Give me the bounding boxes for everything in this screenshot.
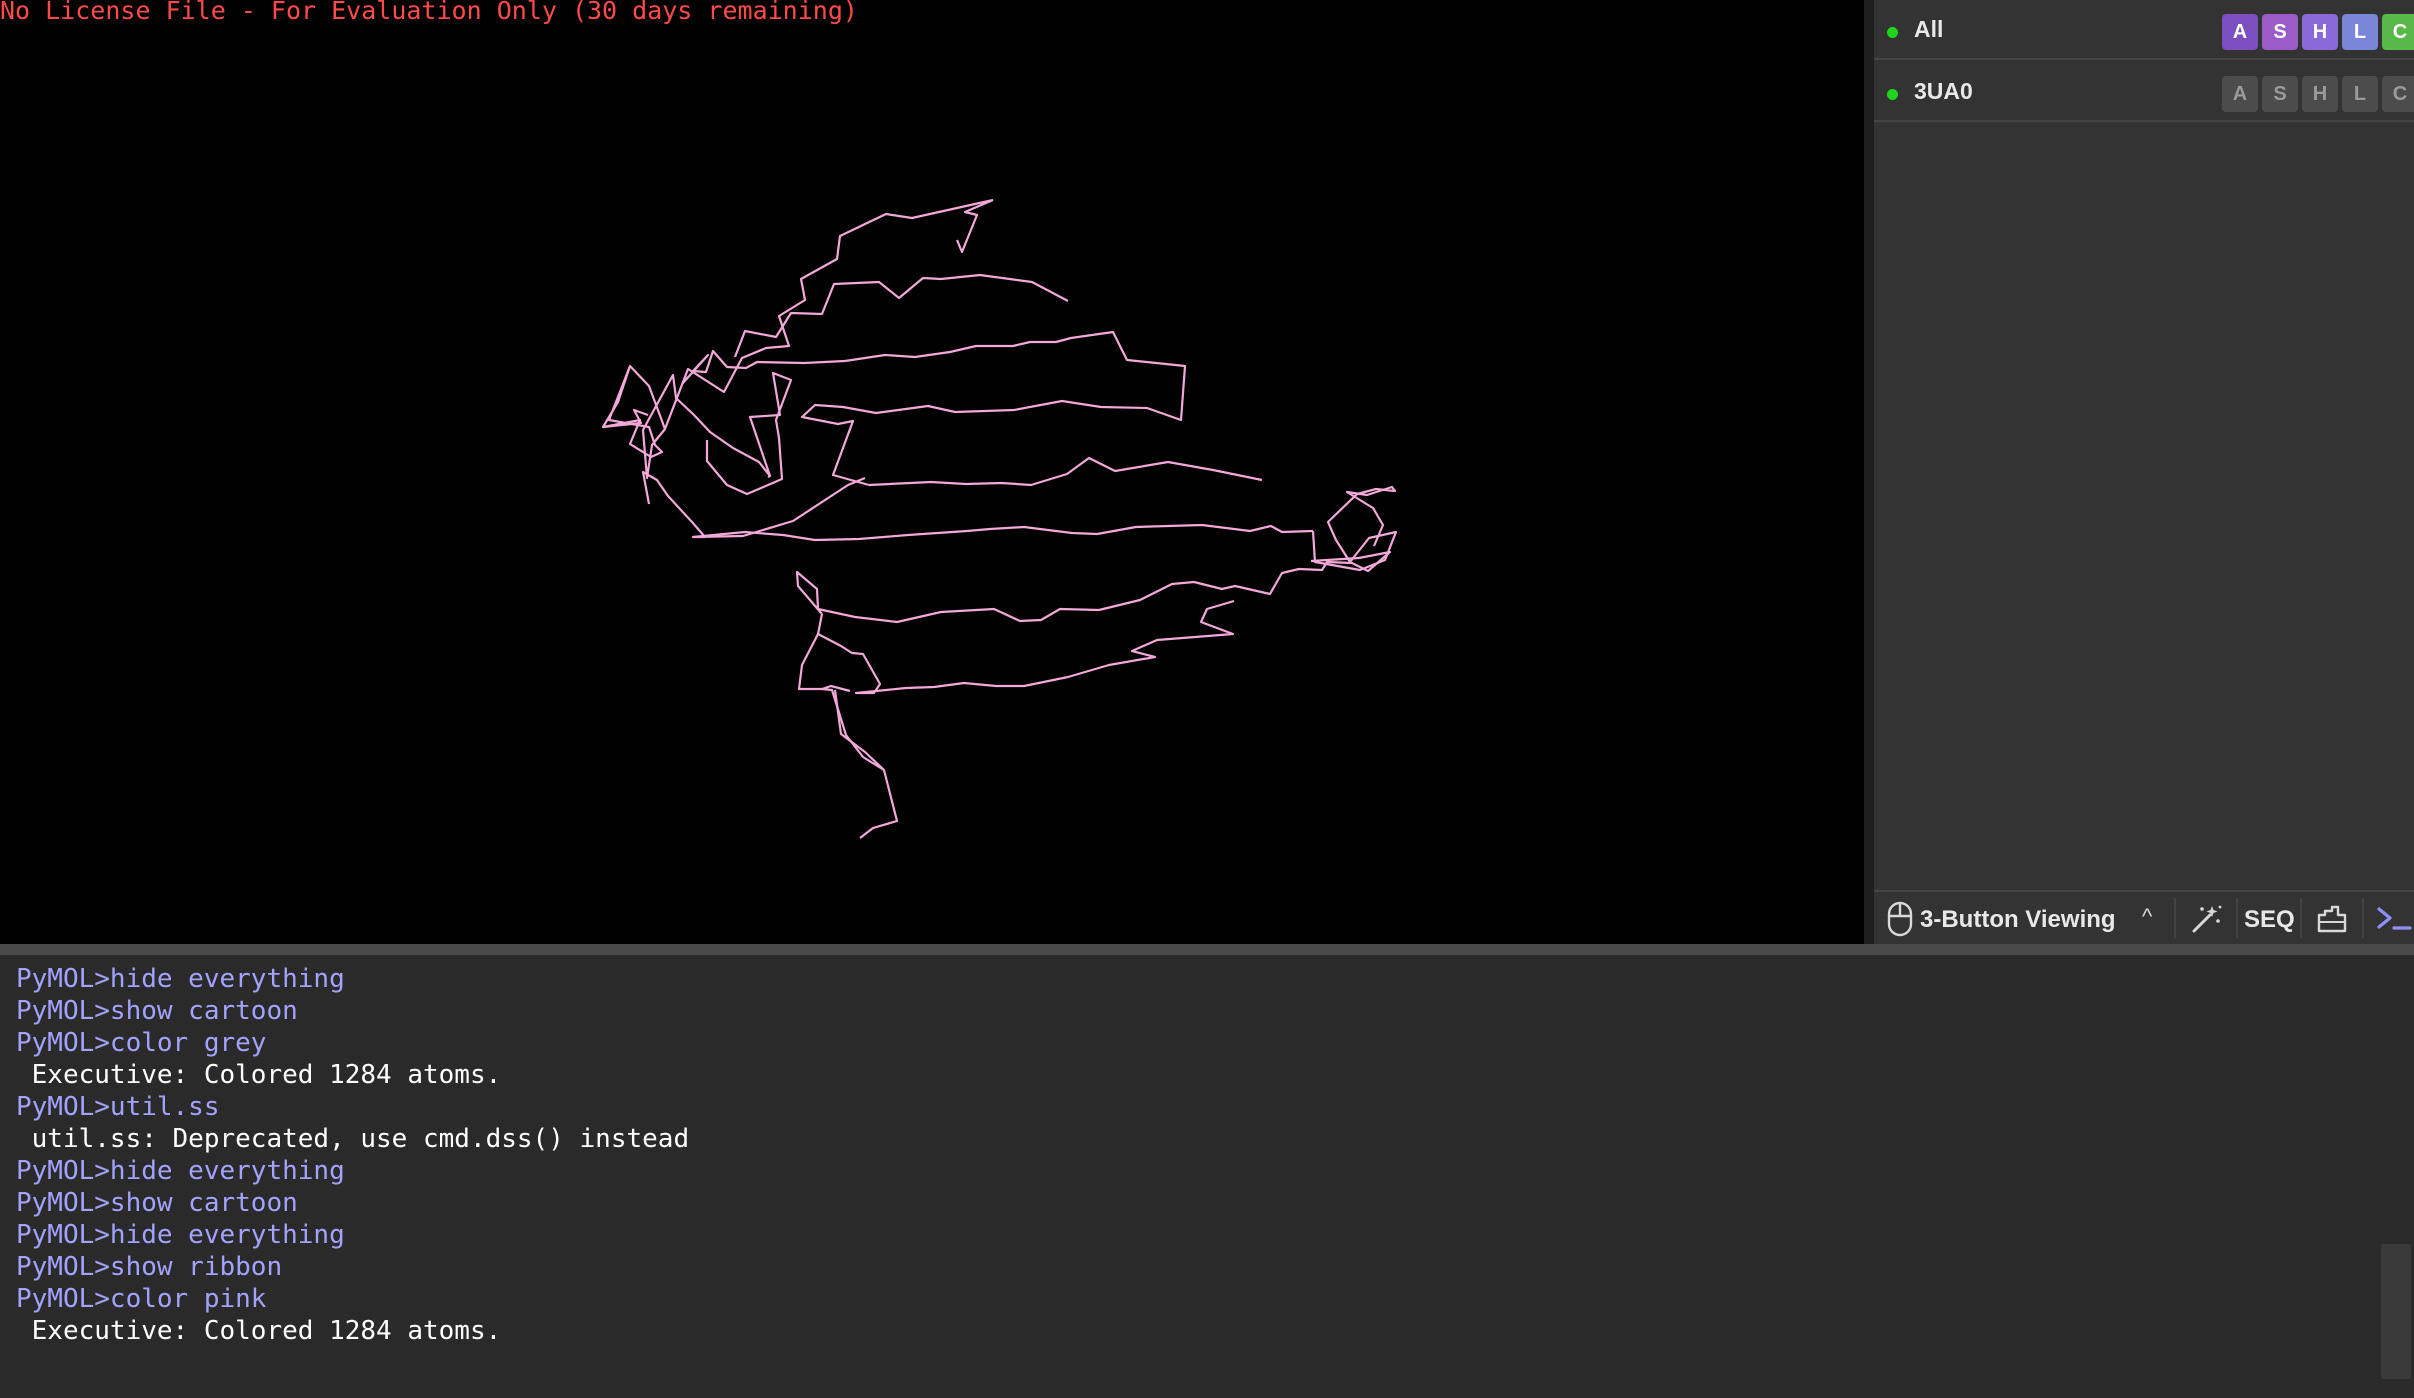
viewer-toolbar: 3-Button Viewing ^ SEQ [1874, 890, 2414, 944]
console-line: PyMOL>util.ss [16, 1092, 220, 1122]
mouse-icon [1887, 901, 1913, 937]
mouse-mode-label: 3-Button Viewing [1920, 906, 2116, 933]
console-line: PyMOL>hide everything [16, 1156, 345, 1186]
console-line: PyMOL>show cartoon [16, 996, 298, 1026]
show-button[interactable]: S [2262, 14, 2298, 50]
action-button[interactable]: A [2222, 14, 2258, 50]
enabled-indicator[interactable] [1887, 89, 1898, 100]
mouse-mode-selector[interactable]: 3-Button Viewing ^ [1874, 892, 2174, 944]
enabled-indicator[interactable] [1887, 27, 1898, 38]
console-line: PyMOL>color pink [16, 1284, 267, 1314]
console-line: PyMOL>color grey [16, 1028, 267, 1058]
console-line: util.ss: Deprecated, use cmd.dss() inste… [16, 1124, 690, 1154]
console-line: PyMOL>show cartoon [16, 1188, 298, 1218]
label-button[interactable]: L [2342, 14, 2378, 50]
console-line: Executive: Colored 1284 atoms. [16, 1316, 502, 1346]
builder-icon [2317, 905, 2347, 933]
object-name[interactable]: 3UA0 [1914, 78, 1973, 105]
show-button[interactable]: S [2262, 76, 2298, 112]
console-splitter[interactable] [0, 944, 2414, 955]
console-scrollbar[interactable] [2381, 1244, 2411, 1379]
viewport-panel-splitter[interactable] [1864, 0, 1874, 944]
chevron-up-icon: ^ [2142, 904, 2153, 929]
builder-button[interactable] [2302, 892, 2362, 944]
magic-wand-icon [2192, 905, 2222, 933]
protein-ribbon [601, 198, 1398, 839]
console-toggle-button[interactable] [2364, 892, 2414, 944]
sequence-toggle-button[interactable]: SEQ [2244, 906, 2295, 934]
command-console[interactable]: PyMOL>hide everything PyMOL>show cartoon… [0, 955, 2414, 1398]
color-button[interactable]: C [2382, 14, 2414, 50]
console-line: PyMOL>show ribbon [16, 1252, 283, 1282]
toolbar-divider [2236, 898, 2238, 938]
wizard-button[interactable] [2176, 892, 2236, 944]
object-row-all[interactable]: All A S H L C [1874, 0, 2414, 60]
action-button[interactable]: A [2222, 76, 2258, 112]
hide-button[interactable]: H [2302, 76, 2338, 112]
object-name[interactable]: All [1914, 16, 1943, 43]
terminal-prompt-icon [2377, 907, 2412, 930]
molecular-viewport[interactable]: No License File - For Evaluation Only (3… [0, 0, 1864, 944]
console-line: Executive: Colored 1284 atoms. [16, 1060, 502, 1090]
color-button[interactable]: C [2382, 76, 2414, 112]
label-button[interactable]: L [2342, 76, 2378, 112]
console-line: PyMOL>hide everything [16, 1220, 345, 1250]
console-line: PyMOL>hide everything [16, 964, 345, 994]
hide-button[interactable]: H [2302, 14, 2338, 50]
object-panel: All A S H L C 3UA0 A S H L C [1874, 0, 2414, 944]
object-row-3ua0[interactable]: 3UA0 A S H L C [1874, 62, 2414, 122]
